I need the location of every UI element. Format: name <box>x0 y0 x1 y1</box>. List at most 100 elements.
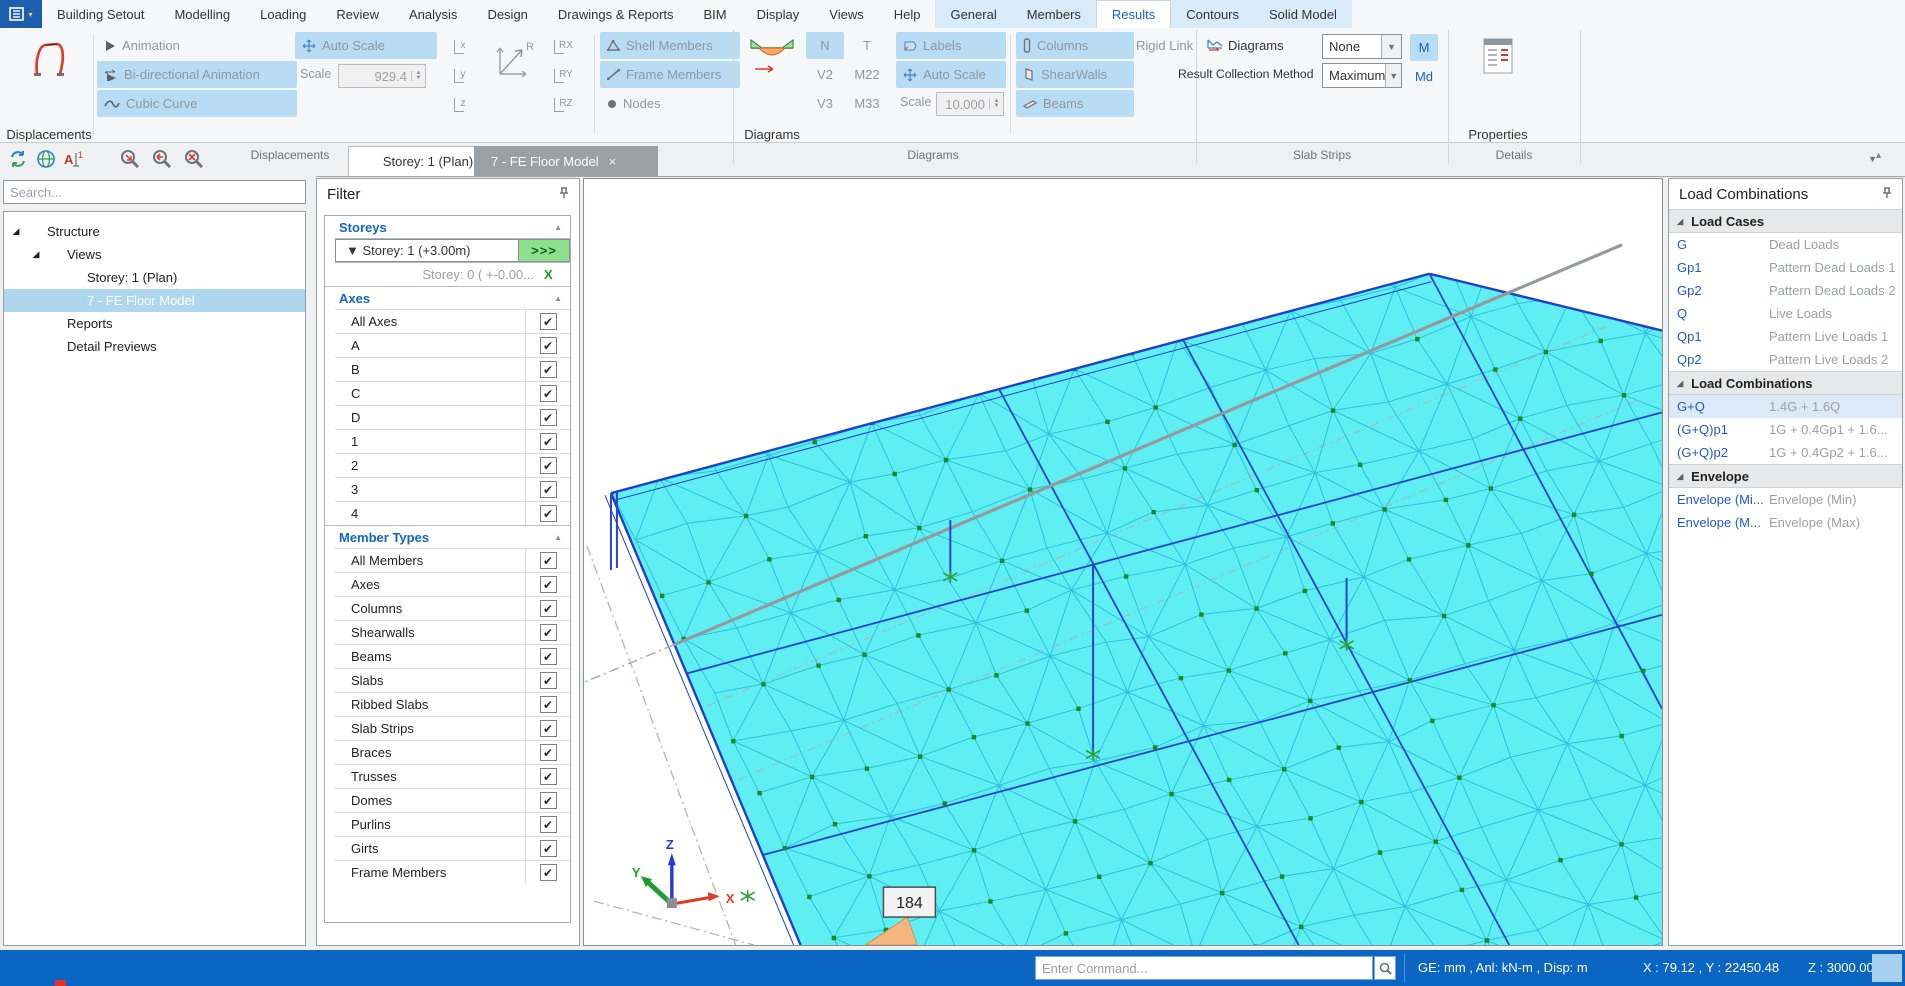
collapse-section-icon[interactable]: ▲ <box>554 223 562 232</box>
menu-tab[interactable]: Modelling <box>159 0 245 28</box>
slab-strip-md-toggle[interactable]: Md <box>1410 63 1438 90</box>
diagram-component-button[interactable]: V2 <box>806 61 844 88</box>
diagram-shearwalls-toggle[interactable]: ShearWalls <box>1016 61 1134 88</box>
spinner-icon[interactable]: ▲▼ <box>989 99 1003 109</box>
filter-row[interactable]: B ✔ <box>335 357 570 381</box>
checkbox-checked[interactable]: ✔ <box>540 337 557 354</box>
filter-section-member-types[interactable]: Member Types▲ <box>325 525 570 548</box>
zoom-window-icon[interactable] <box>118 147 142 171</box>
load-row[interactable]: Envelope (M...Envelope (Max) <box>1669 511 1902 534</box>
spinner-icon[interactable]: ▲▼ <box>411 71 425 81</box>
command-input[interactable] <box>1035 956 1373 980</box>
checkbox-checked[interactable]: ✔ <box>540 792 557 809</box>
chevron-down-icon[interactable]: ▼ <box>1385 64 1401 87</box>
checkbox-checked[interactable]: ✔ <box>540 313 557 330</box>
filter-row[interactable]: C ✔ <box>335 381 570 405</box>
globe-icon[interactable] <box>34 147 58 171</box>
diagram-beams-toggle[interactable]: Beams <box>1016 90 1134 117</box>
filter-row[interactable]: All Axes ✔ <box>335 309 570 333</box>
animation-button[interactable]: Animation <box>97 32 297 59</box>
menu-tab[interactable]: Help <box>879 0 936 28</box>
collapse-section-icon[interactable]: ▲ <box>554 533 562 542</box>
application-menu-button[interactable]: ▾ <box>0 0 42 28</box>
load-name[interactable]: Gp2 <box>1669 283 1769 298</box>
load-row[interactable]: Gp1Pattern Dead Loads 1 <box>1669 256 1902 279</box>
tree-item[interactable]: ◢ Structure <box>4 220 305 243</box>
storey-go-badge[interactable]: >>> <box>518 239 570 262</box>
disp-x-button[interactable]: x <box>448 32 478 59</box>
tree-expander-icon[interactable]: ◢ <box>30 249 42 260</box>
load-row[interactable]: (G+Q)p21G + 0.4Gp2 + 1.6... <box>1669 441 1902 464</box>
command-search-icon[interactable] <box>1374 956 1396 980</box>
filter-row[interactable]: D ✔ <box>335 405 570 429</box>
checkbox-checked[interactable]: ✔ <box>540 385 557 402</box>
load-name[interactable]: Qp1 <box>1669 329 1769 344</box>
frame-members-toggle[interactable]: Frame Members <box>600 61 740 88</box>
diagram-component-button[interactable]: M22 <box>848 61 886 88</box>
search-input[interactable] <box>3 180 306 204</box>
storey-row-active[interactable]: ▼ Storey: 1 (+3.00m) >>> <box>335 238 570 262</box>
load-name[interactable]: (G+Q)p1 <box>1669 422 1769 437</box>
load-row[interactable]: (G+Q)p11G + 0.4Gp1 + 1.6... <box>1669 418 1902 441</box>
checkbox-checked[interactable]: ✔ <box>540 457 557 474</box>
load-name[interactable]: Envelope (Mi... <box>1669 492 1769 507</box>
filter-row[interactable]: Braces ✔ <box>335 740 570 764</box>
checkbox-checked[interactable]: ✔ <box>540 409 557 426</box>
model-viewport[interactable]: 184XYZ <box>583 178 1663 946</box>
checkbox-checked[interactable]: ✔ <box>540 672 557 689</box>
refresh-icon[interactable] <box>6 147 30 171</box>
tree-item[interactable]: ◢ Views <box>4 243 305 266</box>
expanded-section-icon[interactable]: ◢ <box>1677 217 1683 226</box>
checkbox-checked[interactable]: ✔ <box>540 720 557 737</box>
load-name[interactable]: Envelope (M... <box>1669 515 1769 530</box>
pin-icon[interactable] <box>1882 186 1892 203</box>
checkbox-checked[interactable]: ✔ <box>540 552 557 569</box>
menu-tab-contextual[interactable]: Members <box>1012 0 1096 28</box>
filter-row[interactable]: Slabs ✔ <box>335 668 570 692</box>
menu-tab[interactable]: BIM <box>689 0 742 28</box>
diagram-scale-input[interactable]: 10.000 ▲▼ <box>936 92 1004 116</box>
checkbox-checked[interactable]: ✔ <box>540 433 557 450</box>
checkbox-checked[interactable]: ✔ <box>540 840 557 857</box>
displacement-scale-input[interactable]: 929.4 ▲▼ <box>338 64 426 88</box>
checkbox-checked[interactable]: ✔ <box>540 864 557 881</box>
menu-tab[interactable]: Views <box>814 0 878 28</box>
menu-tab-contextual[interactable]: Solid Model <box>1254 0 1352 28</box>
filter-row[interactable]: Slab Strips ✔ <box>335 716 570 740</box>
diagram-columns-toggle[interactable]: Columns <box>1016 32 1134 59</box>
load-section-header[interactable]: ◢ Envelope <box>1669 464 1902 488</box>
diagram-component-button[interactable]: N <box>806 32 844 59</box>
disp-resultant-button[interactable]: R <box>492 36 538 82</box>
pin-icon[interactable] <box>559 186 569 203</box>
storey-x-badge[interactable]: X <box>540 263 570 286</box>
load-row[interactable]: Qp1Pattern Live Loads 1 <box>1669 325 1902 348</box>
load-section-header[interactable]: ◢ Load Cases <box>1669 209 1902 233</box>
filter-row[interactable]: 2 ✔ <box>335 453 570 477</box>
load-row[interactable]: GDead Loads <box>1669 233 1902 256</box>
filter-row[interactable]: A ✔ <box>335 333 570 357</box>
displacements-auto-scale-button[interactable]: Auto Scale <box>295 32 437 59</box>
filter-row[interactable]: Columns ✔ <box>335 596 570 620</box>
load-name[interactable]: G <box>1669 237 1769 252</box>
menu-tab-contextual[interactable]: Results <box>1096 0 1171 28</box>
tree-item[interactable]: Storey: 1 (Plan) <box>4 266 305 289</box>
disp-ry-button[interactable]: RY <box>548 61 584 88</box>
load-section-header[interactable]: ◢ Load Combinations <box>1669 371 1902 395</box>
checkbox-checked[interactable]: ✔ <box>540 648 557 665</box>
diagram-component-button[interactable]: M33 <box>848 90 886 117</box>
checkbox-checked[interactable]: ✔ <box>540 696 557 713</box>
chevron-down-icon[interactable]: ▼ <box>1381 35 1401 58</box>
result-collection-method-select[interactable]: Maximum ▼ <box>1322 63 1402 88</box>
filter-row[interactable]: 4 ✔ <box>335 501 570 525</box>
checkbox-checked[interactable]: ✔ <box>540 361 557 378</box>
filter-row[interactable]: Purlins ✔ <box>335 812 570 836</box>
rigid-link-label[interactable]: Rigid Link <box>1136 38 1193 53</box>
tab-list-dropdown-icon[interactable]: ▼ <box>1868 154 1877 164</box>
load-name[interactable]: (G+Q)p2 <box>1669 445 1769 460</box>
menu-tab[interactable]: Building Setout <box>42 0 159 28</box>
diagram-auto-scale-toggle[interactable]: Auto Scale <box>896 61 1006 88</box>
diagram-component-button[interactable]: T <box>848 32 886 59</box>
load-row[interactable]: G+Q1.4G + 1.6Q <box>1669 395 1902 418</box>
load-name[interactable]: G+Q <box>1669 399 1769 414</box>
filter-row[interactable]: Trusses ✔ <box>335 764 570 788</box>
